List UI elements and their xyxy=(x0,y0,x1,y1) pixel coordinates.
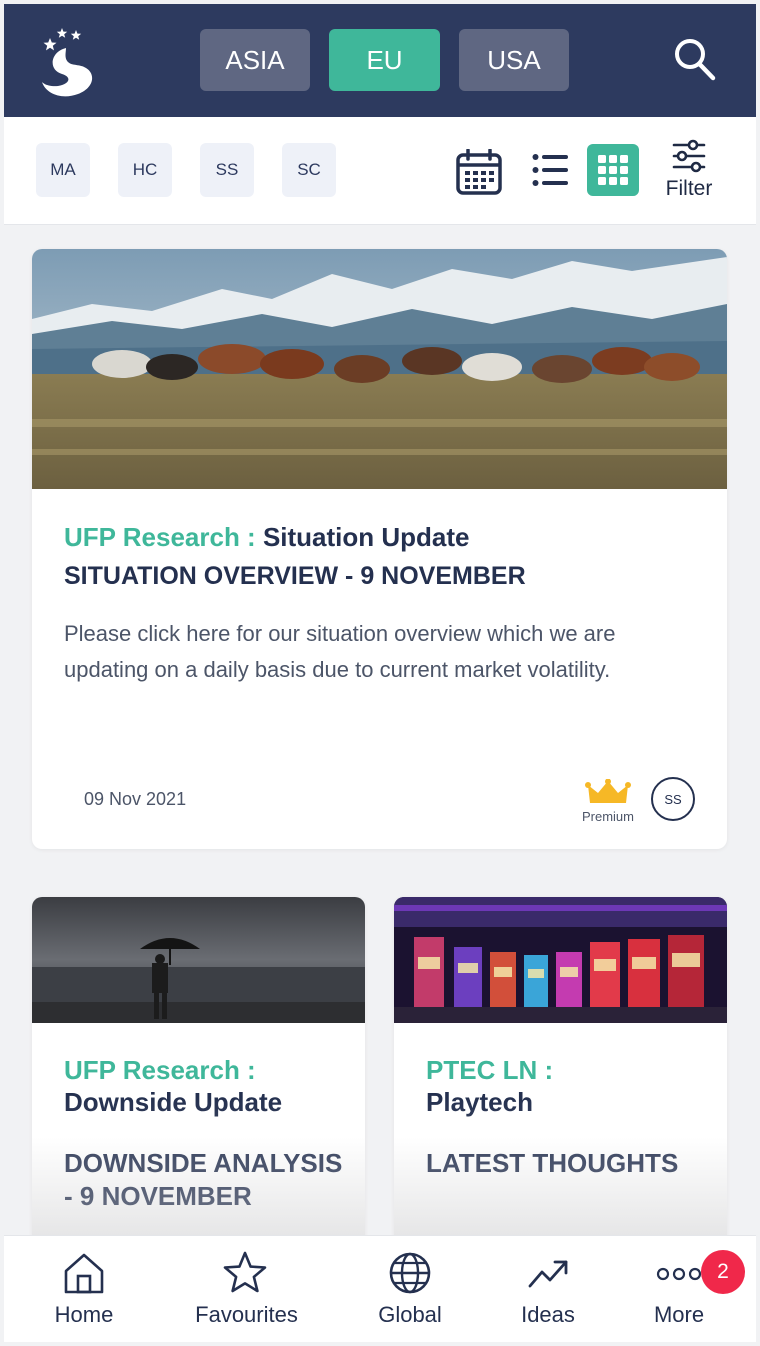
nav-favourites-label: Favourites xyxy=(195,1302,298,1327)
list-icon[interactable] xyxy=(532,152,568,188)
chip-hc[interactable]: HC xyxy=(118,143,172,197)
card-title: LATEST THOUGHTS xyxy=(426,1148,679,1178)
article-card-playtech[interactable]: PTEC LN : Playtech LATEST THOUGHTS xyxy=(394,897,727,1257)
sliders-icon xyxy=(672,139,706,173)
featured-description: Please click here for our situation over… xyxy=(64,621,616,682)
featured-heading: UFP Research : Situation Update xyxy=(64,522,470,553)
region-eu-button[interactable]: EU xyxy=(329,29,440,91)
filter-button[interactable]: Filter xyxy=(660,139,718,209)
filter-label: Filter xyxy=(665,177,713,200)
region-usa-button[interactable]: USA xyxy=(459,29,569,91)
horses-image xyxy=(32,249,727,489)
card-category: Downside Update xyxy=(64,1087,283,1117)
more-dots-icon xyxy=(656,1267,702,1281)
featured-category: Situation Update xyxy=(262,522,470,552)
nav-home[interactable]: Home xyxy=(4,1236,164,1342)
nav-global[interactable]: Global xyxy=(330,1236,490,1342)
home-icon xyxy=(64,1253,104,1294)
umbrella-man-image xyxy=(32,897,365,1023)
nav-global-label: Global xyxy=(378,1302,442,1327)
featured-title: SITUATION OVERVIEW - 9 NOVEMBER xyxy=(64,562,526,590)
featured-source: UFP Research : xyxy=(64,522,256,552)
calendar-icon[interactable] xyxy=(456,149,502,195)
globe-icon xyxy=(389,1252,431,1294)
nav-more-label: More xyxy=(653,1302,705,1327)
app-frame: ASIA EU USA MA HC SS SC Filter UFP Resea… xyxy=(4,4,756,1342)
grid-icon xyxy=(598,155,628,185)
featured-date: 09 Nov 2021 xyxy=(84,789,187,809)
top-bar: ASIA EU USA xyxy=(4,4,756,117)
crown-icon xyxy=(585,778,631,803)
premium-label: Premium xyxy=(581,809,634,824)
nav-home-label: Home xyxy=(54,1302,114,1327)
bottom-nav: Home Favourites Global Ideas More 2 xyxy=(4,1235,756,1342)
search-icon[interactable] xyxy=(672,36,716,82)
logo-icon xyxy=(42,28,93,97)
premium-badge: Premium xyxy=(580,778,636,825)
nav-favourites[interactable]: Favourites xyxy=(164,1236,324,1342)
trend-up-icon xyxy=(528,1260,568,1288)
chip-ma[interactable]: MA xyxy=(36,143,90,197)
nav-ideas-label: Ideas xyxy=(521,1302,575,1327)
card-source: UFP Research : xyxy=(64,1055,256,1085)
region-asia-button[interactable]: ASIA xyxy=(200,29,310,91)
chip-ss[interactable]: SS xyxy=(200,143,254,197)
star-icon xyxy=(223,1251,267,1293)
nav-ideas[interactable]: Ideas xyxy=(474,1236,622,1342)
article-card-downside[interactable]: UFP Research : Downside Update DOWNSIDE … xyxy=(32,897,365,1257)
card-source: PTEC LN : xyxy=(426,1055,554,1085)
featured-article-card[interactable]: UFP Research : Situation Update SITUATIO… xyxy=(32,249,727,849)
card-title: DOWNSIDE ANALYSIS - 9 NOVEMBER xyxy=(64,1148,343,1211)
tag-ss-badge[interactable]: SS xyxy=(651,777,695,821)
notification-badge: 2 xyxy=(701,1250,745,1294)
card-category: Playtech xyxy=(426,1087,533,1117)
chip-sc[interactable]: SC xyxy=(282,143,336,197)
casino-image xyxy=(394,897,727,1023)
filter-bar: MA HC SS SC Filter xyxy=(4,117,756,225)
grid-view-button[interactable] xyxy=(587,144,639,196)
